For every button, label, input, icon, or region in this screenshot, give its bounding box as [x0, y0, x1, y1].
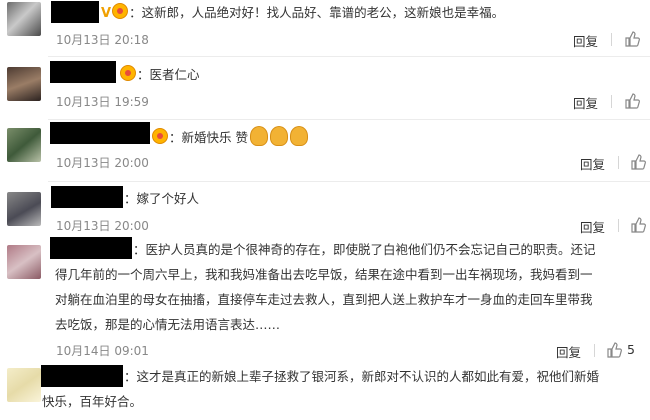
- redacted-username: [50, 61, 116, 83]
- reply-button[interactable]: 回复: [556, 342, 581, 361]
- comment-date: 10月13日 20:00: [56, 219, 149, 233]
- comment-text-line: 去吃饭，那是的心情无法用语言表达……: [55, 317, 281, 332]
- comment-item: V ：这新郎，人品绝对好！找人品好、靠谱的老公，这新娘也是幸福。 10月13日 2…: [0, 0, 650, 58]
- comment-body: ：这新郎，人品绝对好！找人品好、靠谱的老公，这新娘也是幸福。: [129, 5, 505, 20]
- comment-item: ：医者仁心 10月13日 19:59 回复: [0, 58, 650, 120]
- like-count: 5: [627, 342, 635, 357]
- divider: [48, 56, 650, 57]
- comment-text-line: 对躺在血泊里的母女在抽搐，直接停车走过去救人，直到把人送上救护车才一身血的走回车…: [55, 292, 593, 307]
- divider: [594, 344, 595, 357]
- comment-date: 10月14日 09:01: [56, 344, 149, 358]
- reply-button[interactable]: 回复: [580, 154, 605, 173]
- comment-text-line: ：医护人员真的是个很神奇的存在，即使脱了白袍他们仍不会忘记自己的职责。还记: [133, 242, 596, 257]
- thumbs-up-emoji-icon: [289, 126, 308, 146]
- thumbs-up-emoji-icon: [269, 126, 288, 146]
- thumbs-up-icon[interactable]: [624, 93, 640, 109]
- avatar[interactable]: [7, 67, 41, 101]
- comment-body: ：新婚快乐 赞: [169, 130, 248, 145]
- verified-badge: V: [101, 6, 112, 21]
- reply-button[interactable]: 回复: [580, 217, 605, 236]
- reply-button[interactable]: 回复: [573, 93, 598, 112]
- thumbs-up-emoji-icon: [249, 126, 268, 146]
- redacted-username: [41, 365, 123, 387]
- comment-body: ：嫁了个好人: [124, 191, 200, 206]
- comment-text-line: 得几年前的一个周六早上，我和我妈准备出去吃早饭，结果在途中看到一出车祸现场，我妈…: [55, 267, 593, 282]
- redacted-username: [50, 237, 132, 259]
- avatar[interactable]: [7, 128, 41, 162]
- comment-date: 10月13日 20:00: [56, 156, 149, 170]
- avatar[interactable]: [7, 245, 41, 279]
- medal-icon: [152, 128, 168, 144]
- comment-text-line: 快乐，百年好合。: [42, 394, 143, 409]
- divider: [611, 95, 612, 108]
- comment-text: V ：这新郎，人品绝对好！找人品好、靠谱的老公，这新娘也是幸福。: [101, 3, 504, 24]
- divider: [618, 156, 619, 169]
- redacted-username: [51, 186, 123, 208]
- thumbs-up-icon[interactable]: [624, 31, 640, 47]
- divider: [618, 219, 619, 232]
- avatar[interactable]: [7, 368, 41, 402]
- thumbs-up-icon[interactable]: [630, 154, 646, 170]
- comment-item: ：医护人员真的是个很神奇的存在，即使脱了白袍他们仍不会忘记自己的职责。还记 得几…: [0, 235, 650, 363]
- comment-text: ：医者仁心: [120, 65, 200, 85]
- reply-button[interactable]: 回复: [573, 31, 598, 50]
- thumbs-up-icon[interactable]: [606, 342, 622, 358]
- comment-item: ：嫁了个好人 10月13日 20:00 回复: [0, 182, 650, 235]
- medal-icon: [120, 65, 136, 81]
- comment-item: ：新婚快乐 赞 10月13日 20:00 回复: [0, 120, 650, 182]
- medal-icon: [112, 3, 129, 19]
- comment-body: ：医者仁心: [137, 67, 200, 82]
- comment-text-line: ：这才是真正的新娘上辈子拯救了银河系，新郎对不认识的人都如此有爱，祝他们新婚: [124, 369, 600, 384]
- avatar[interactable]: [7, 192, 41, 226]
- thumbs-up-icon[interactable]: [630, 217, 646, 233]
- redacted-username: [51, 1, 99, 23]
- redacted-username: [50, 122, 150, 144]
- avatar[interactable]: [7, 2, 41, 36]
- comment-text: ：新婚快乐 赞: [152, 126, 308, 148]
- comment-item: ：这才是真正的新娘上辈子拯救了银河系，新郎对不认识的人都如此有爱，祝他们新婚 快…: [0, 363, 650, 420]
- comment-date: 10月13日 19:59: [56, 95, 149, 109]
- divider: [611, 33, 612, 46]
- comment-date: 10月13日 20:18: [56, 33, 149, 47]
- comment-text: ：嫁了个好人: [124, 189, 199, 209]
